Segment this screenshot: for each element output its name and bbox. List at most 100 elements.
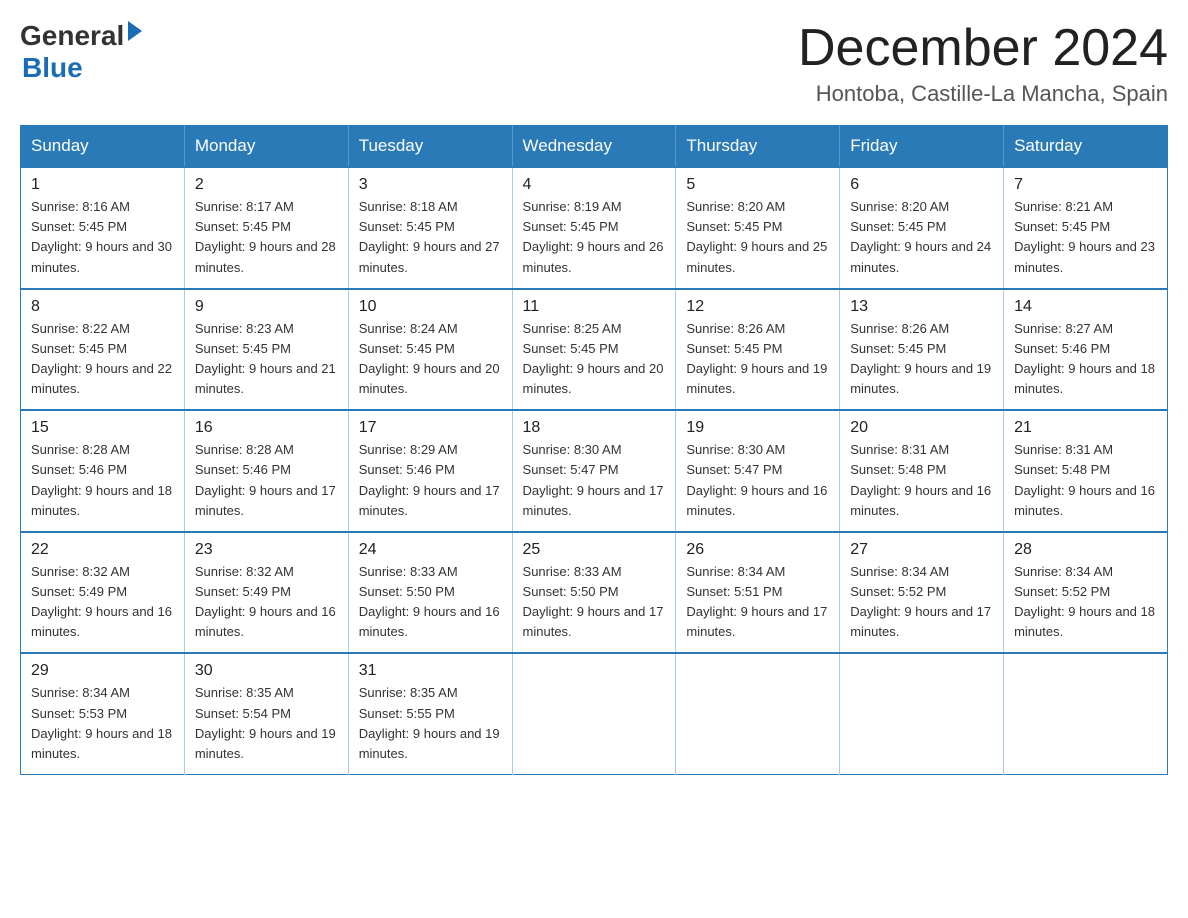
- day-number: 19: [686, 419, 829, 437]
- day-cell-9: 9Sunrise: 8:23 AMSunset: 5:45 PMDaylight…: [184, 289, 348, 411]
- day-number: 23: [195, 541, 338, 559]
- empty-cell: [512, 653, 676, 774]
- day-number: 3: [359, 176, 502, 194]
- day-cell-22: 22Sunrise: 8:32 AMSunset: 5:49 PMDayligh…: [21, 532, 185, 654]
- day-info: Sunrise: 8:18 AMSunset: 5:45 PMDaylight:…: [359, 199, 500, 274]
- day-number: 30: [195, 662, 338, 680]
- header-tuesday: Tuesday: [348, 126, 512, 168]
- empty-cell: [840, 653, 1004, 774]
- day-cell-24: 24 Sunrise: 8:33 AMSunset: 5:50 PMDayligh…: [348, 532, 512, 654]
- day-number: 8: [31, 298, 174, 316]
- day-number: 7: [1014, 176, 1157, 194]
- logo: General Blue: [20, 20, 142, 84]
- day-number: 1: [31, 176, 174, 194]
- day-info: Sunrise: 8:34 AMSunset: 5:53 PMDaylight:…: [31, 685, 172, 760]
- day-info: Sunrise: 8:34 AMSunset: 5:52 PMDaylight:…: [1014, 564, 1155, 639]
- day-cell-26: 26 Sunrise: 8:34 AMSunset: 5:51 PMDayligh…: [676, 532, 840, 654]
- header-monday: Monday: [184, 126, 348, 168]
- day-number: 20: [850, 419, 993, 437]
- day-info: Sunrise: 8:33 AMSunset: 5:50 PMDaylight:…: [523, 564, 664, 639]
- week-row-2: 8 Sunrise: 8:22 AMSunset: 5:45 PMDaylight…: [21, 289, 1168, 411]
- day-number: 18: [523, 419, 666, 437]
- day-number: 28: [1014, 541, 1157, 559]
- day-number: 2: [195, 176, 338, 194]
- day-number: 29: [31, 662, 174, 680]
- day-cell-27: 27 Sunrise: 8:34 AMSunset: 5:52 PMDayligh…: [840, 532, 1004, 654]
- day-info: Sunrise: 8:31 AMSunset: 5:48 PMDaylight:…: [850, 442, 991, 517]
- day-cell-10: 10 Sunrise: 8:24 AMSunset: 5:45 PMDayligh…: [348, 289, 512, 411]
- page-header: General Blue December 2024 Hontoba, Cast…: [20, 20, 1168, 107]
- day-info: Sunrise: 8:27 AMSunset: 5:46 PMDaylight:…: [1014, 321, 1155, 396]
- header-saturday: Saturday: [1004, 126, 1168, 168]
- day-number: 4: [523, 176, 666, 194]
- day-info: Sunrise: 8:20 AMSunset: 5:45 PMDaylight:…: [686, 199, 827, 274]
- empty-cell: [676, 653, 840, 774]
- day-cell-17: 17Sunrise: 8:29 AMSunset: 5:46 PMDayligh…: [348, 410, 512, 532]
- day-cell-30: 30 Sunrise: 8:35 AMSunset: 5:54 PMDayligh…: [184, 653, 348, 774]
- logo-general: General: [20, 20, 124, 52]
- day-number: 6: [850, 176, 993, 194]
- day-cell-15: 15 Sunrise: 8:28 AMSunset: 5:46 PMDayligh…: [21, 410, 185, 532]
- week-row-4: 22 Sunrise: 8:32 AMSunset: 5:49 PMDayligh…: [21, 532, 1168, 654]
- page-subtitle: Hontoba, Castille-La Mancha, Spain: [798, 81, 1168, 107]
- day-info: Sunrise: 8:17 AMSunset: 5:45 PMDaylight:…: [195, 199, 336, 274]
- day-info: Sunrise: 8:28 AMSunset: 5:46 PMDaylight:…: [195, 442, 336, 517]
- day-number: 10: [359, 298, 502, 316]
- week-row-3: 15 Sunrise: 8:28 AMSunset: 5:46 PMDayligh…: [21, 410, 1168, 532]
- week-row-5: 29 Sunrise: 8:34 AMSunset: 5:53 PMDayligh…: [21, 653, 1168, 774]
- calendar-table: SundayMondayTuesdayWednesdayThursdayFrid…: [20, 125, 1168, 775]
- day-info: Sunrise: 8:34 AMSunset: 5:51 PMDaylight:…: [686, 564, 827, 639]
- day-cell-3: 3 Sunrise: 8:18 AMSunset: 5:45 PMDaylight…: [348, 167, 512, 289]
- day-number: 21: [1014, 419, 1157, 437]
- week-row-1: 1 Sunrise: 8:16 AMSunset: 5:45 PMDaylight…: [21, 167, 1168, 289]
- day-number: 31: [359, 662, 502, 680]
- day-info: Sunrise: 8:22 AMSunset: 5:45 PMDaylight:…: [31, 321, 172, 396]
- day-info: Sunrise: 8:25 AMSunset: 5:45 PMDaylight:…: [523, 321, 664, 396]
- day-cell-25: 25 Sunrise: 8:33 AMSunset: 5:50 PMDayligh…: [512, 532, 676, 654]
- day-cell-19: 19 Sunrise: 8:30 AMSunset: 5:47 PMDayligh…: [676, 410, 840, 532]
- day-info: Sunrise: 8:24 AMSunset: 5:45 PMDaylight:…: [359, 321, 500, 396]
- day-info: Sunrise: 8:16 AMSunset: 5:45 PMDaylight:…: [31, 199, 172, 274]
- day-cell-2: 2 Sunrise: 8:17 AMSunset: 5:45 PMDaylight…: [184, 167, 348, 289]
- day-cell-23: 23 Sunrise: 8:32 AMSunset: 5:49 PMDayligh…: [184, 532, 348, 654]
- header-sunday: Sunday: [21, 126, 185, 168]
- empty-cell: [1004, 653, 1168, 774]
- day-info: Sunrise: 8:31 AMSunset: 5:48 PMDaylight:…: [1014, 442, 1155, 517]
- day-info: Sunrise: 8:33 AMSunset: 5:50 PMDaylight:…: [359, 564, 500, 639]
- header-thursday: Thursday: [676, 126, 840, 168]
- day-cell-5: 5Sunrise: 8:20 AMSunset: 5:45 PMDaylight…: [676, 167, 840, 289]
- day-info: Sunrise: 8:20 AMSunset: 5:45 PMDaylight:…: [850, 199, 991, 274]
- page-title: December 2024: [798, 20, 1168, 77]
- day-cell-18: 18Sunrise: 8:30 AMSunset: 5:47 PMDayligh…: [512, 410, 676, 532]
- day-info: Sunrise: 8:28 AMSunset: 5:46 PMDaylight:…: [31, 442, 172, 517]
- day-info: Sunrise: 8:35 AMSunset: 5:54 PMDaylight:…: [195, 685, 336, 760]
- day-cell-13: 13 Sunrise: 8:26 AMSunset: 5:45 PMDayligh…: [840, 289, 1004, 411]
- day-number: 25: [523, 541, 666, 559]
- calendar-header-row: SundayMondayTuesdayWednesdayThursdayFrid…: [21, 126, 1168, 168]
- day-cell-28: 28 Sunrise: 8:34 AMSunset: 5:52 PMDayligh…: [1004, 532, 1168, 654]
- day-cell-31: 31Sunrise: 8:35 AMSunset: 5:55 PMDayligh…: [348, 653, 512, 774]
- title-section: December 2024 Hontoba, Castille-La Manch…: [798, 20, 1168, 107]
- day-cell-8: 8 Sunrise: 8:22 AMSunset: 5:45 PMDaylight…: [21, 289, 185, 411]
- day-number: 13: [850, 298, 993, 316]
- day-info: Sunrise: 8:26 AMSunset: 5:45 PMDaylight:…: [850, 321, 991, 396]
- day-number: 15: [31, 419, 174, 437]
- day-number: 24: [359, 541, 502, 559]
- day-cell-20: 20 Sunrise: 8:31 AMSunset: 5:48 PMDayligh…: [840, 410, 1004, 532]
- day-number: 22: [31, 541, 174, 559]
- logo-blue: Blue: [22, 52, 83, 84]
- day-info: Sunrise: 8:32 AMSunset: 5:49 PMDaylight:…: [195, 564, 336, 639]
- day-cell-14: 14 Sunrise: 8:27 AMSunset: 5:46 PMDayligh…: [1004, 289, 1168, 411]
- day-cell-1: 1 Sunrise: 8:16 AMSunset: 5:45 PMDaylight…: [21, 167, 185, 289]
- day-number: 14: [1014, 298, 1157, 316]
- logo-arrow-icon: [128, 21, 142, 41]
- header-friday: Friday: [840, 126, 1004, 168]
- day-info: Sunrise: 8:26 AMSunset: 5:45 PMDaylight:…: [686, 321, 827, 396]
- day-info: Sunrise: 8:34 AMSunset: 5:52 PMDaylight:…: [850, 564, 991, 639]
- day-info: Sunrise: 8:30 AMSunset: 5:47 PMDaylight:…: [686, 442, 827, 517]
- day-cell-16: 16 Sunrise: 8:28 AMSunset: 5:46 PMDayligh…: [184, 410, 348, 532]
- day-number: 27: [850, 541, 993, 559]
- day-number: 26: [686, 541, 829, 559]
- day-number: 16: [195, 419, 338, 437]
- day-number: 9: [195, 298, 338, 316]
